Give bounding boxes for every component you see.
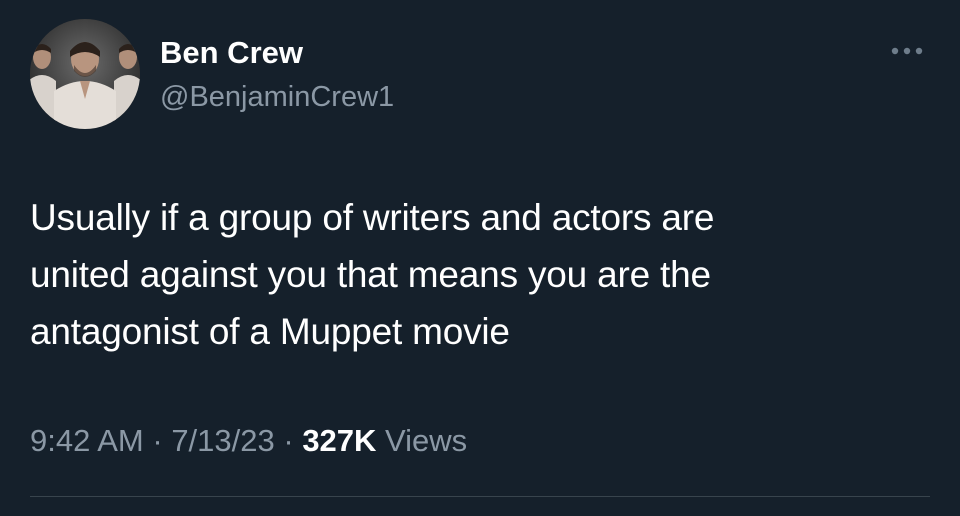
divider bbox=[30, 496, 930, 497]
views-count[interactable]: 327K bbox=[302, 423, 376, 458]
meta-separator: · bbox=[274, 423, 303, 458]
tweet-text-line: antagonist of a Muppet movie bbox=[30, 311, 510, 352]
more-options-button[interactable] bbox=[884, 40, 930, 62]
views-label: Views bbox=[376, 423, 468, 458]
tweet-card: Ben Crew @BenjaminCrew1 Usually if a gro… bbox=[0, 0, 960, 516]
tweet-text: Usually if a group of writers and actors… bbox=[30, 189, 910, 360]
more-horizontal-icon bbox=[891, 47, 923, 55]
avatar[interactable] bbox=[30, 19, 140, 129]
tweet-text-line: Usually if a group of writers and actors… bbox=[30, 197, 715, 238]
tweet-meta: 9:42 AM · 7/13/23 · 327K Views bbox=[30, 421, 467, 461]
tweet-text-line: united against you that means you are th… bbox=[30, 254, 711, 295]
author-display-name[interactable]: Ben Crew bbox=[160, 35, 303, 71]
tweet-time[interactable]: 9:42 AM bbox=[30, 423, 144, 458]
tweet-date[interactable]: 7/13/23 bbox=[171, 423, 274, 458]
meta-separator: · bbox=[143, 423, 172, 458]
avatar-photo bbox=[30, 19, 140, 129]
author-handle[interactable]: @BenjaminCrew1 bbox=[160, 80, 394, 114]
